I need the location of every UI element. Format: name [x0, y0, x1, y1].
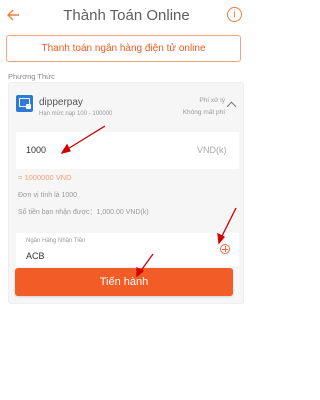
page-title: Thành Toán Online	[63, 7, 190, 24]
converted-amount: = 1000000 VND	[18, 173, 72, 182]
amount-value: 1000	[26, 145, 47, 155]
proceed-button[interactable]: Tiến hành	[15, 268, 233, 296]
bank-value: ACB	[26, 251, 45, 261]
fee-label: Phí xử lý	[199, 97, 225, 104]
method-label: Phương Thức	[8, 72, 55, 81]
provider-limit: Hạn mức nạp 100 - 100000	[39, 111, 113, 117]
online-banking-button[interactable]: Thanh toán ngân hàng điện tử online	[6, 35, 241, 62]
receive-note: Số tiền bạn nhận được：1,000.00 VND(k)	[18, 209, 149, 216]
chevron-up-icon[interactable]	[226, 101, 237, 112]
unit-note: Đơn vị tính là 1000	[18, 192, 78, 199]
info-icon[interactable]: i	[227, 7, 242, 22]
receiving-bank-select[interactable]: Ngân Hàng Nhận Tiền ACB	[16, 233, 239, 266]
fee-value: Không mất phí	[182, 109, 225, 116]
plus-circle-icon[interactable]	[220, 244, 230, 254]
amount-unit: VND(k)	[197, 145, 227, 155]
wallet-icon	[16, 95, 33, 112]
header-bar: Thành Toán Online i	[0, 0, 253, 30]
provider-row[interactable]: dipperpay Hạn mức nạp 100 - 100000 Phí x…	[9, 83, 245, 125]
bank-label: Ngân Hàng Nhận Tiền	[26, 238, 86, 244]
amount-input[interactable]: 1000 VND(k)	[16, 132, 239, 169]
provider-name: dipperpay	[39, 97, 83, 108]
